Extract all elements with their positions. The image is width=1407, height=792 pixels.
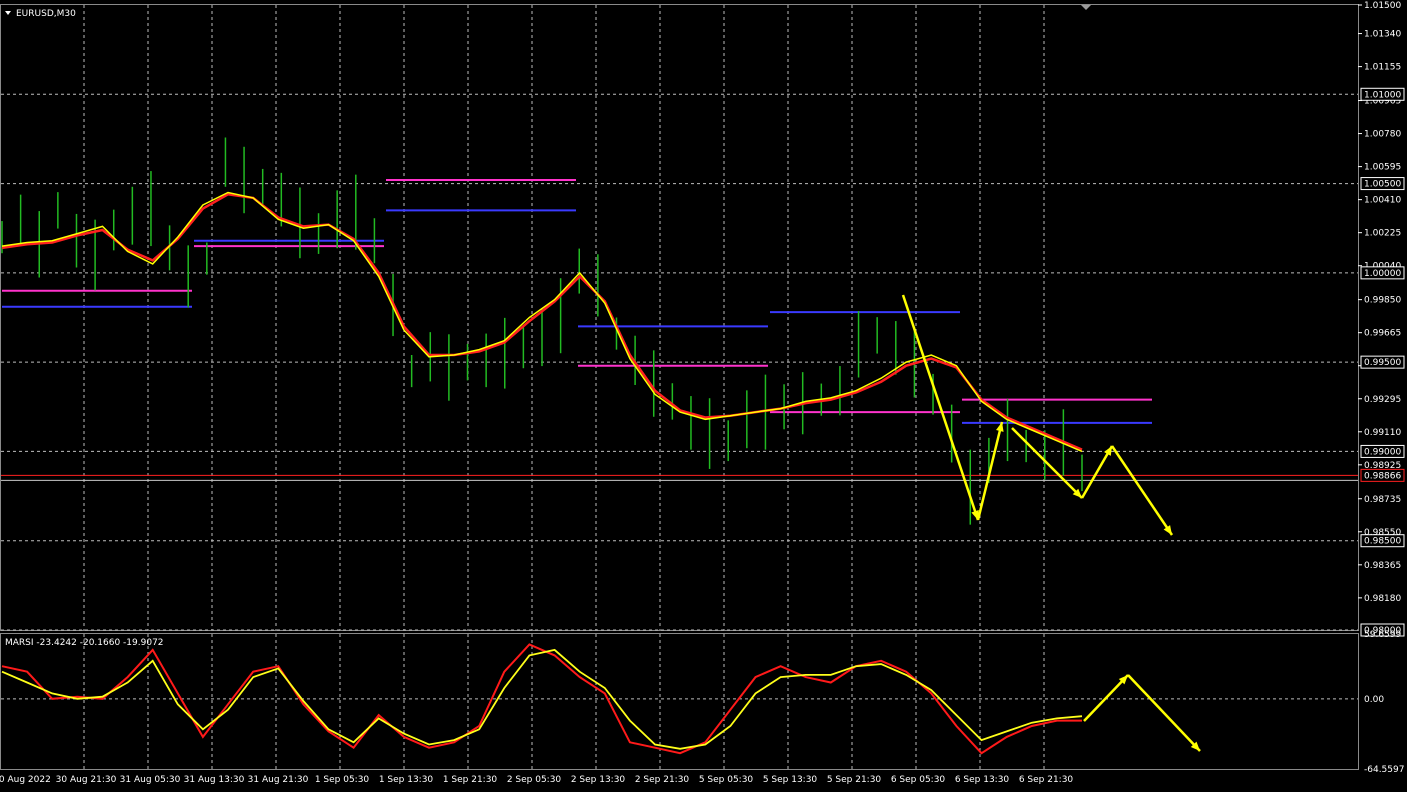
price-level-label: 0.99000	[1364, 447, 1401, 457]
y-tick-label: 1.00225	[1364, 229, 1401, 239]
x-tick-label: 30 Aug 21:30	[56, 775, 117, 785]
y-tick-label: 1.01155	[1364, 63, 1401, 73]
x-tick-label: 30 Aug 2022	[0, 775, 51, 785]
y-tick-label: 0.98180	[1364, 594, 1401, 604]
x-tick-label: 31 Aug 13:30	[184, 775, 245, 785]
y-tick-label: 1.00780	[1364, 130, 1401, 140]
price-level-label: 1.00500	[1364, 180, 1401, 190]
x-tick-label: 31 Aug 05:30	[120, 775, 181, 785]
x-tick-label: 5 Sep 13:30	[763, 775, 818, 785]
x-tick-label: 31 Aug 21:30	[248, 775, 309, 785]
current-price-label: 0.98866	[1364, 471, 1401, 481]
x-tick-label: 1 Sep 13:30	[379, 775, 434, 785]
x-tick-label: 2 Sep 05:30	[507, 775, 562, 785]
x-tick-label: 2 Sep 13:30	[571, 775, 626, 785]
price-level-label: 1.00000	[1364, 269, 1401, 279]
y-tick-label: 0.98365	[1364, 561, 1401, 571]
y-tick-label: 1.01340	[1364, 30, 1401, 40]
x-tick-label: 1 Sep 21:30	[443, 775, 498, 785]
y-tick-label: 0.98735	[1364, 495, 1401, 505]
y-tick-label: 1.00410	[1364, 196, 1401, 206]
y-tick-label: 1.00595	[1364, 163, 1401, 173]
symbol-label[interactable]: EURUSD,M30	[16, 9, 76, 19]
x-tick-label: 6 Sep 21:30	[1019, 775, 1074, 785]
x-tick-label: 2 Sep 21:30	[635, 775, 690, 785]
x-tick-label: 6 Sep 05:30	[891, 775, 946, 785]
x-tick-label: 1 Sep 05:30	[315, 775, 370, 785]
indicator-y-tick-label: 59.6599	[1364, 630, 1401, 640]
y-tick-label: 0.99850	[1364, 296, 1401, 306]
trading-chart: 30 Aug 202230 Aug 21:3031 Aug 05:3031 Au…	[0, 0, 1407, 792]
indicator-y-tick-label: -64.5597	[1364, 765, 1404, 775]
indicator-y-tick-label: 0.00	[1364, 695, 1384, 705]
x-tick-label: 6 Sep 13:30	[955, 775, 1010, 785]
y-tick-label: 0.99665	[1364, 329, 1401, 339]
x-tick-label: 5 Sep 05:30	[699, 775, 754, 785]
y-tick-label: 1.01500	[1364, 1, 1401, 11]
price-level-label: 0.98500	[1364, 537, 1401, 547]
indicator-label: MARSI -23.4242 -20.1660 -19.9072	[5, 638, 164, 648]
price-level-label: 0.99500	[1364, 358, 1401, 368]
y-tick-label: 0.99110	[1364, 428, 1401, 438]
price-level-label: 1.01000	[1364, 90, 1401, 100]
x-tick-label: 5 Sep 21:30	[827, 775, 882, 785]
y-tick-label: 0.99295	[1364, 395, 1401, 405]
chart-background	[0, 0, 1407, 792]
